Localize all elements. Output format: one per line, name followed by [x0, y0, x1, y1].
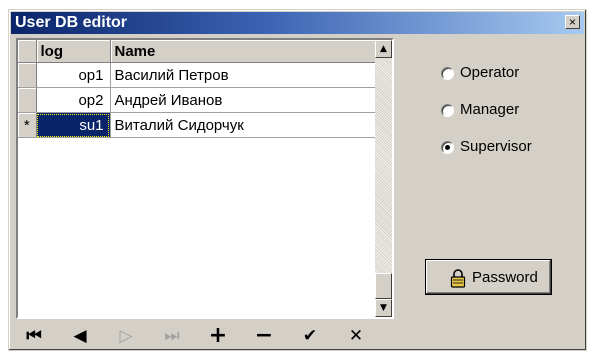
- lock-icon: [450, 268, 466, 292]
- scroll-thumb[interactable]: [375, 273, 392, 299]
- cell-name[interactable]: Андрей Иванов: [110, 87, 377, 113]
- table-row[interactable]: op1 Василий Петров: [18, 62, 377, 88]
- last-record-icon: ⏭: [164, 326, 180, 346]
- window-title: User DB editor: [15, 14, 128, 31]
- arrow-down-icon: ▼: [380, 303, 387, 313]
- users-grid[interactable]: log Name op1 Василий Петров op2 Андрей И…: [16, 38, 394, 319]
- first-record-icon: ⏮: [26, 326, 42, 346]
- table-row[interactable]: * su1 Виталий Сидорчук: [18, 112, 377, 138]
- users-table: log Name op1 Василий Петров op2 Андрей И…: [18, 40, 377, 138]
- cancel-edit-button[interactable]: ✕: [341, 324, 371, 348]
- post-edit-button[interactable]: ✔: [295, 324, 325, 348]
- column-header-log[interactable]: log: [36, 40, 111, 63]
- cell-log[interactable]: op2: [36, 87, 111, 113]
- arrow-up-icon: ▲: [380, 44, 387, 54]
- title-bar: User DB editor ×: [11, 12, 584, 34]
- close-button[interactable]: ×: [565, 15, 580, 29]
- first-record-button[interactable]: ⏮: [19, 324, 49, 348]
- cross-icon: ✕: [348, 326, 364, 346]
- row-indicator[interactable]: [18, 62, 37, 88]
- next-record-icon: ▷: [119, 326, 133, 346]
- plus-icon: +: [208, 323, 228, 348]
- user-db-editor-window: User DB editor × log Name op1 Василий Пе…: [8, 9, 587, 351]
- scroll-up-button[interactable]: ▲: [375, 40, 392, 58]
- password-button-label: Password: [472, 269, 538, 286]
- close-icon: ×: [568, 15, 576, 29]
- row-indicator[interactable]: *: [18, 112, 37, 138]
- cell-log[interactable]: su1: [36, 112, 111, 138]
- vertical-scrollbar[interactable]: ▲ ▼: [375, 40, 392, 317]
- row-indicator[interactable]: [18, 87, 37, 113]
- radio-label-supervisor[interactable]: Supervisor: [460, 138, 532, 155]
- radio-label-manager[interactable]: Manager: [460, 101, 519, 118]
- radio-circle[interactable]: [441, 67, 454, 80]
- last-record-button[interactable]: ⏭: [157, 324, 187, 348]
- prior-record-button[interactable]: ◀: [65, 324, 95, 348]
- radio-circle[interactable]: [441, 104, 454, 117]
- table-row[interactable]: op2 Андрей Иванов: [18, 87, 377, 113]
- cell-name[interactable]: Виталий Сидорчук: [110, 112, 377, 138]
- header-row: log Name: [18, 40, 377, 63]
- scroll-down-button[interactable]: ▼: [375, 299, 392, 317]
- db-navigator: ⏮ ◀ ▷ ⏭ + − ✔ ✕: [19, 324, 394, 348]
- cell-log[interactable]: op1: [36, 62, 111, 88]
- column-header-name[interactable]: Name: [110, 40, 377, 63]
- insert-record-button[interactable]: +: [203, 324, 233, 348]
- next-record-button[interactable]: ▷: [111, 324, 141, 348]
- cell-name[interactable]: Василий Петров: [110, 62, 377, 88]
- password-button[interactable]: Password: [425, 259, 552, 295]
- minus-icon: −: [254, 323, 274, 348]
- prior-record-icon: ◀: [73, 326, 87, 346]
- indicator-header: [18, 40, 37, 63]
- radio-circle-selected[interactable]: [441, 141, 454, 154]
- radio-label-operator[interactable]: Operator: [460, 64, 519, 81]
- check-icon: ✔: [302, 326, 318, 346]
- delete-record-button[interactable]: −: [249, 324, 279, 348]
